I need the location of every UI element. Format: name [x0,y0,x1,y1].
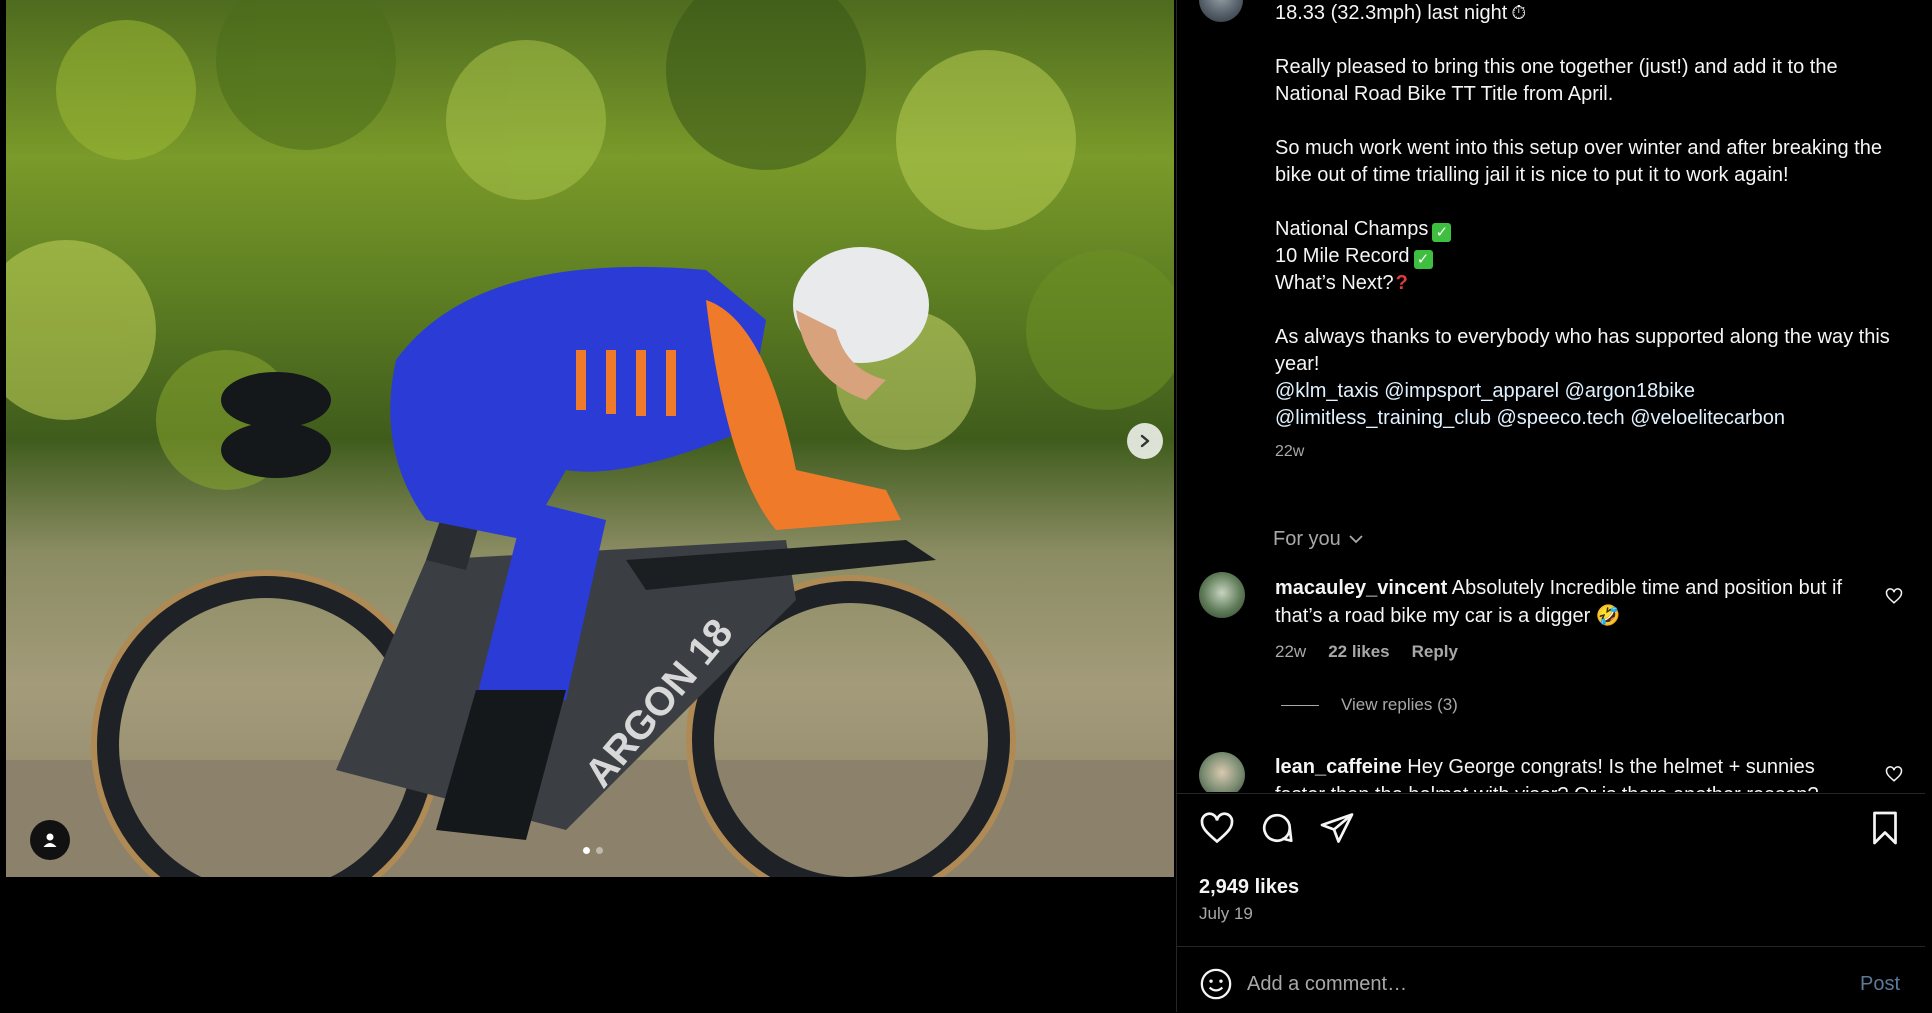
carousel-dot [596,847,603,854]
comment-text: lean_caffeine Hey George congrats! Is th… [1275,753,1855,792]
caption-timestamp[interactable]: 22w [1275,438,1895,465]
heart-icon[interactable] [1199,810,1235,846]
post-photo: ARGON 18 [6,0,1174,877]
caption-line: 10 Mile Record ✓ [1275,243,1895,270]
emoji-icon[interactable] [1199,967,1233,1001]
likes-count[interactable]: 2,949 likes [1199,876,1299,899]
bookmark-icon[interactable] [1867,810,1903,846]
caption-line: What’s Next?? [1275,272,1408,294]
comment-text: macauley_vincent Absolutely Incredible t… [1275,574,1855,630]
view-replies-button[interactable]: View replies (3) [1281,695,1458,715]
comment-username[interactable]: lean_caffeine [1275,756,1402,778]
comments-scroll-area[interactable]: 18.33 (32.3mph) last night ⏱ Really pleas… [1177,0,1925,792]
cyclist-photo-illustration: ARGON 18 [6,0,1174,877]
post-actions-bar: 2,949 likes July 19 [1177,793,1925,944]
caption-line: 18.33 (32.3mph) last night ⏱ [1275,2,1527,24]
tagged-users-button[interactable] [30,820,70,860]
question-mark-icon: ? [1395,272,1408,294]
caption-line: Really pleased to bring this one togethe… [1275,56,1838,105]
check-mark-icon: ✓ [1432,223,1452,242]
view-replies-label: View replies (3) [1341,695,1458,714]
comment-sort-dropdown[interactable]: For you [1273,528,1363,551]
carousel-dot-active [583,847,590,854]
chevron-right-icon [1140,434,1150,448]
add-comment-bar: Post [1177,946,1925,1013]
replies-divider-line [1281,704,1319,706]
like-comment-heart-icon[interactable] [1885,587,1903,605]
caption-line: As always thanks to everybody who has su… [1275,326,1890,375]
add-comment-input[interactable] [1245,963,1789,1005]
comment-reply-button[interactable]: Reply [1412,642,1458,662]
share-icon[interactable] [1319,810,1355,846]
comment-avatar[interactable] [1199,572,1245,618]
caption-mentions[interactable]: @limitless_training_club @speeco.tech @v… [1275,405,1895,432]
caption-line: So much work went into this setup over w… [1275,137,1882,186]
post-caption: 18.33 (32.3mph) last night ⏱ Really pleas… [1275,0,1895,465]
carousel-indicator [583,847,603,854]
post-date: July 19 [1199,904,1253,923]
author-avatar[interactable] [1199,0,1243,22]
comment-avatar[interactable] [1199,752,1245,792]
chevron-down-icon [1349,535,1363,544]
comment-time[interactable]: 22w [1275,642,1306,662]
comment-likes[interactable]: 22 likes [1328,642,1389,662]
check-mark-icon: ✓ [1413,250,1433,269]
user-tag-icon [43,833,57,847]
like-comment-heart-icon[interactable] [1885,765,1903,783]
next-photo-button[interactable] [1127,423,1163,459]
caption-line: National Champs ✓ [1275,216,1895,243]
caption-mentions[interactable]: @klm_taxis @impsport_apparel @argon18bik… [1275,378,1895,405]
comment-icon[interactable] [1259,810,1295,846]
comment-meta: 22w 22 likes Reply [1275,642,1458,662]
comment-sort-label: For you [1273,528,1341,550]
post-details-panel: 18.33 (32.3mph) last night ⏱ Really pleas… [1176,0,1925,1012]
stopwatch-icon: ⏱ [1511,3,1527,24]
post-comment-button[interactable]: Post [1860,973,1900,996]
comment-username[interactable]: macauley_vincent [1275,577,1447,599]
